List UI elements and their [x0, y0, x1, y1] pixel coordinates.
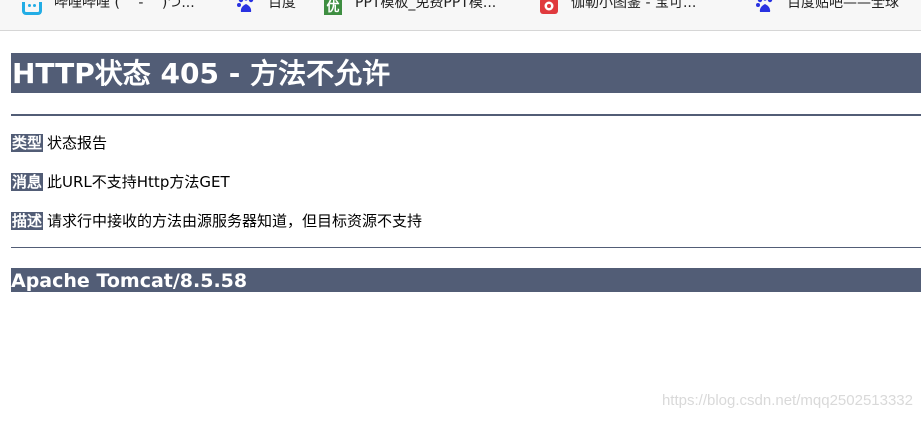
type-label: 类型: [11, 134, 44, 152]
page-title: HTTP状态 405 - 方法不允许: [11, 53, 921, 93]
bookmark-label: 百度: [268, 0, 296, 11]
svg-text:优: 优: [326, 0, 339, 15]
divider-bottom: [11, 247, 921, 248]
info-row-type: 类型 状态报告: [11, 133, 107, 153]
baidu-icon: [755, 0, 775, 16]
bookmark-tieba[interactable]: 百度贴吧——全球: [755, 0, 899, 16]
description-label: 描述: [11, 212, 44, 230]
bilibili-icon: [22, 1, 42, 15]
divider-top: [11, 114, 921, 116]
bookmark-bilibili[interactable]: 哔哩哔哩 ( ゜- ゜)つ...: [19, 0, 195, 16]
bookmark-baidu[interactable]: 百度: [236, 0, 296, 16]
message-value: 此URL不支持Http方法GET: [47, 173, 230, 191]
message-label: 消息: [11, 173, 44, 191]
bookmark-pokedex[interactable]: 伽勒小图鉴 - 宝可...: [539, 0, 696, 16]
bookmark-label: 哔哩哔哩 ( ゜- ゜)つ...: [54, 0, 195, 11]
error-page: HTTP状态 405 - 方法不允许 类型 状态报告 消息 此URL不支持Http方…: [11, 53, 921, 292]
jielin-icon: [539, 0, 559, 16]
bookmarks-bar: 哔哩哔哩 ( ゜- ゜)つ... 百度 优 PPT模板_免费PPT模... 伽勒…: [0, 0, 921, 31]
info-row-description: 描述 请求行中接收的方法由源服务器知道，但目标资源不支持: [11, 211, 422, 231]
server-footer: Apache Tomcat/8.5.58: [11, 268, 921, 292]
baidu-icon: [236, 0, 256, 16]
bookmark-label: PPT模板_免费PPT模...: [355, 0, 497, 11]
watermark: https://blog.csdn.net/mqq2502513332: [661, 392, 913, 409]
page-title-text: HTTP状态 405 - 方法不允许: [12, 57, 391, 90]
bookmark-label: 百度贴吧——全球: [787, 0, 899, 11]
you-icon: 优: [323, 0, 343, 16]
info-row-message: 消息 此URL不支持Http方法GET: [11, 172, 230, 192]
description-value: 请求行中接收的方法由源服务器知道，但目标资源不支持: [47, 212, 423, 230]
type-value: 状态报告: [47, 134, 108, 152]
bookmark-ppt[interactable]: 优 PPT模板_免费PPT模...: [323, 0, 496, 16]
bookmark-label: 伽勒小图鉴 - 宝可...: [571, 0, 697, 11]
server-version: Apache Tomcat/8.5.58: [11, 270, 248, 292]
